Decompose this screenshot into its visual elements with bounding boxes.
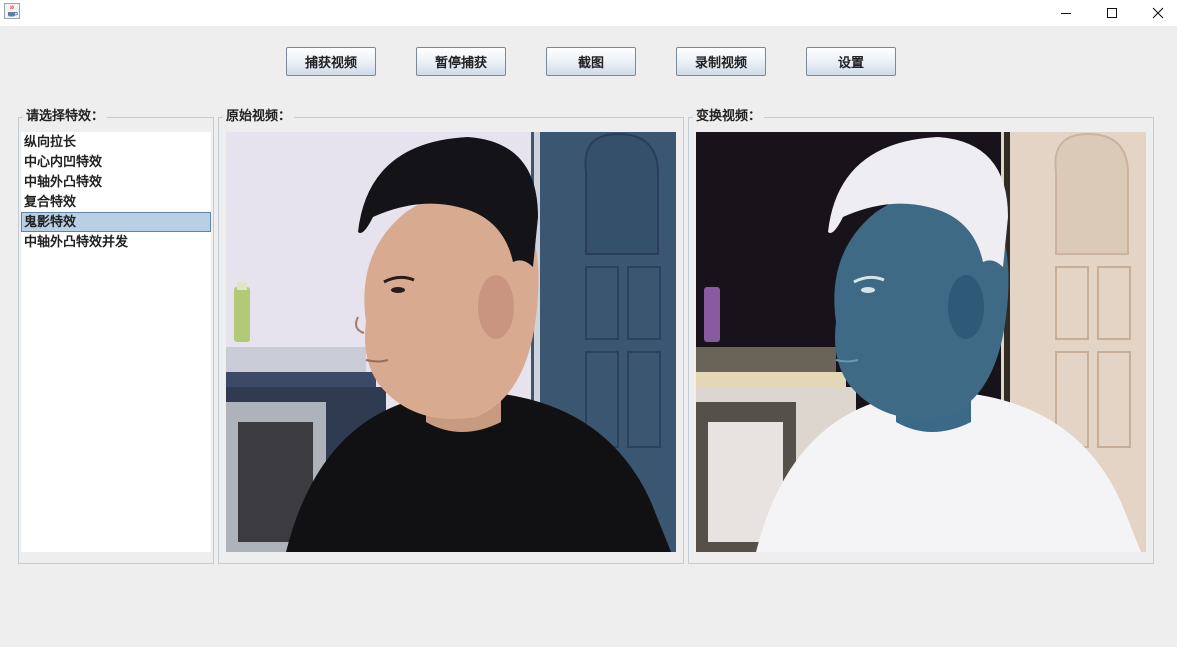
original-video-image (226, 132, 676, 552)
minimize-button[interactable] (1043, 0, 1089, 26)
list-item[interactable]: 中轴外凸特效并发 (21, 232, 211, 252)
original-video-title: 原始视频： (223, 109, 295, 125)
list-item[interactable]: 中轴外凸特效 (21, 172, 211, 192)
minimize-icon (1061, 13, 1071, 14)
pause-capture-button[interactable]: 暂停捕获 (416, 47, 506, 76)
original-video-panel: 原始视频： (218, 109, 684, 564)
capture-video-button[interactable]: 捕获视频 (286, 47, 376, 76)
list-item-selected[interactable]: 鬼影特效 (21, 212, 211, 232)
effects-list[interactable]: 纵向拉长 中心内凹特效 中轴外凸特效 复合特效 鬼影特效 中轴外凸特效并发 (21, 132, 211, 552)
settings-button[interactable]: 设置 (806, 47, 896, 76)
transformed-video-title: 变换视频： (693, 109, 765, 125)
close-icon (1152, 7, 1164, 19)
window-titlebar (0, 0, 1177, 26)
transformed-video-panel: 变换视频： (688, 109, 1154, 564)
original-video-frame (226, 132, 676, 552)
transformed-video-image (696, 132, 1146, 552)
close-button[interactable] (1135, 0, 1177, 26)
list-item[interactable]: 纵向拉长 (21, 132, 211, 152)
list-item[interactable]: 中心内凹特效 (21, 152, 211, 172)
maximize-icon (1107, 8, 1117, 18)
record-video-button[interactable]: 录制视频 (676, 47, 766, 76)
effects-panel-title: 请选择特效： (23, 109, 108, 125)
transformed-video-frame (696, 132, 1146, 552)
maximize-button[interactable] (1089, 0, 1135, 26)
java-coffee-icon (4, 3, 20, 19)
effects-panel: 请选择特效： 纵向拉长 中心内凹特效 中轴外凸特效 复合特效 鬼影特效 中轴外凸… (18, 109, 214, 564)
list-item[interactable]: 复合特效 (21, 192, 211, 212)
screenshot-button[interactable]: 截图 (546, 47, 636, 76)
